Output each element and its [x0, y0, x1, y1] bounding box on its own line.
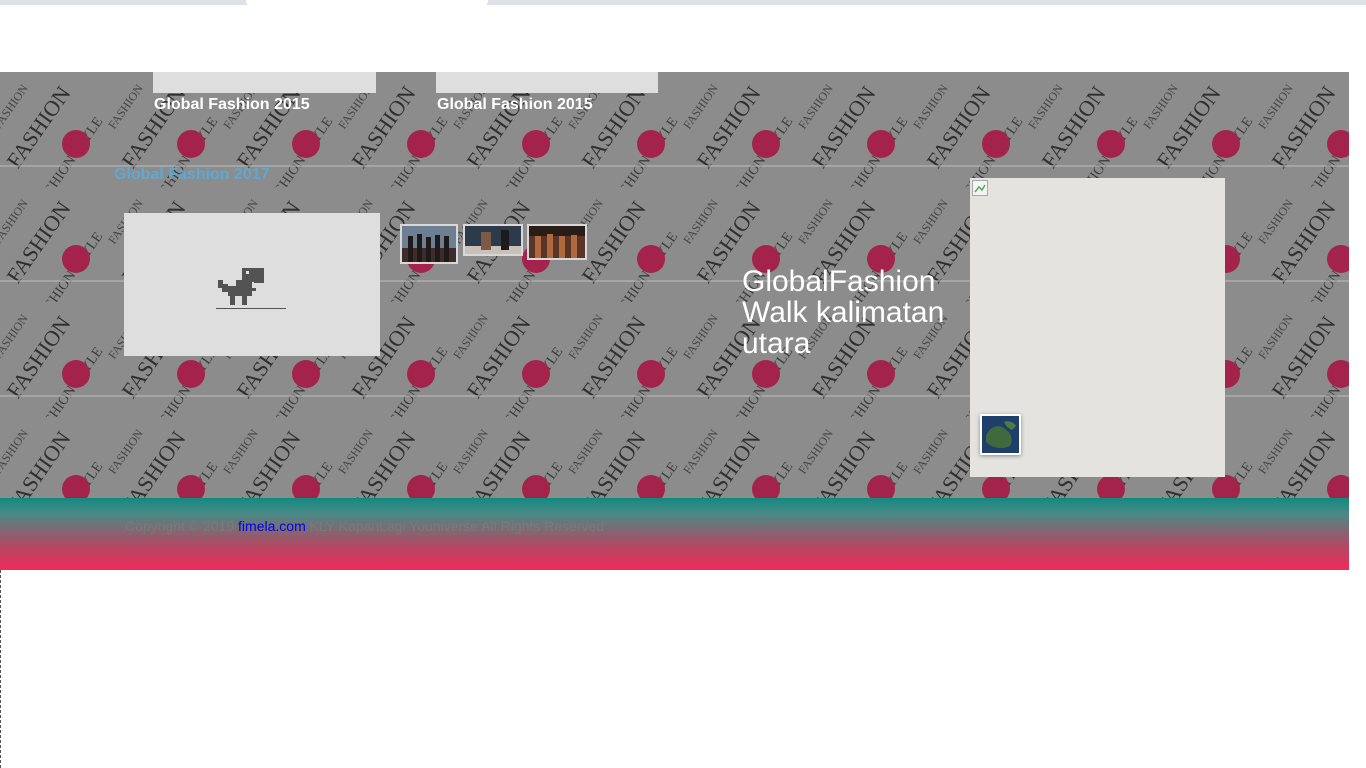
copyright-text: Copyright © 2019 fimela.com KLY KapanLag…: [125, 518, 625, 534]
featured-card-caption[interactable]: Global Fashion 2015: [154, 96, 310, 114]
featured-card-caption[interactable]: Global Fashion 2015: [437, 96, 593, 114]
browser-tab-strip: [0, 0, 1366, 5]
copyright-suffix: KLY KapanLagi Youniverse All Rights Rese…: [305, 518, 605, 534]
map-satellite-icon[interactable]: [980, 414, 1021, 455]
copyright-prefix: Copyright © 2019: [125, 518, 239, 534]
headline: GlobalFashion Walk kalimatan utara: [742, 265, 945, 360]
browser-active-tab[interactable]: [246, 0, 488, 8]
featured-card-image[interactable]: [153, 72, 376, 93]
gallery-thumbnail[interactable]: [527, 224, 587, 260]
page-edge-divider: [0, 570, 2, 768]
gallery-thumbnail[interactable]: [400, 224, 458, 264]
fimela-link[interactable]: fimela.com: [238, 518, 306, 534]
offline-dino-icon: [216, 268, 286, 309]
broken-image-icon: [972, 180, 988, 196]
featured-card-image[interactable]: [436, 72, 658, 93]
video-placeholder[interactable]: [124, 213, 380, 356]
gallery-thumbnail[interactable]: [463, 224, 523, 256]
section-title[interactable]: Global Fashion 2017: [114, 166, 270, 184]
footer: [0, 498, 1349, 570]
